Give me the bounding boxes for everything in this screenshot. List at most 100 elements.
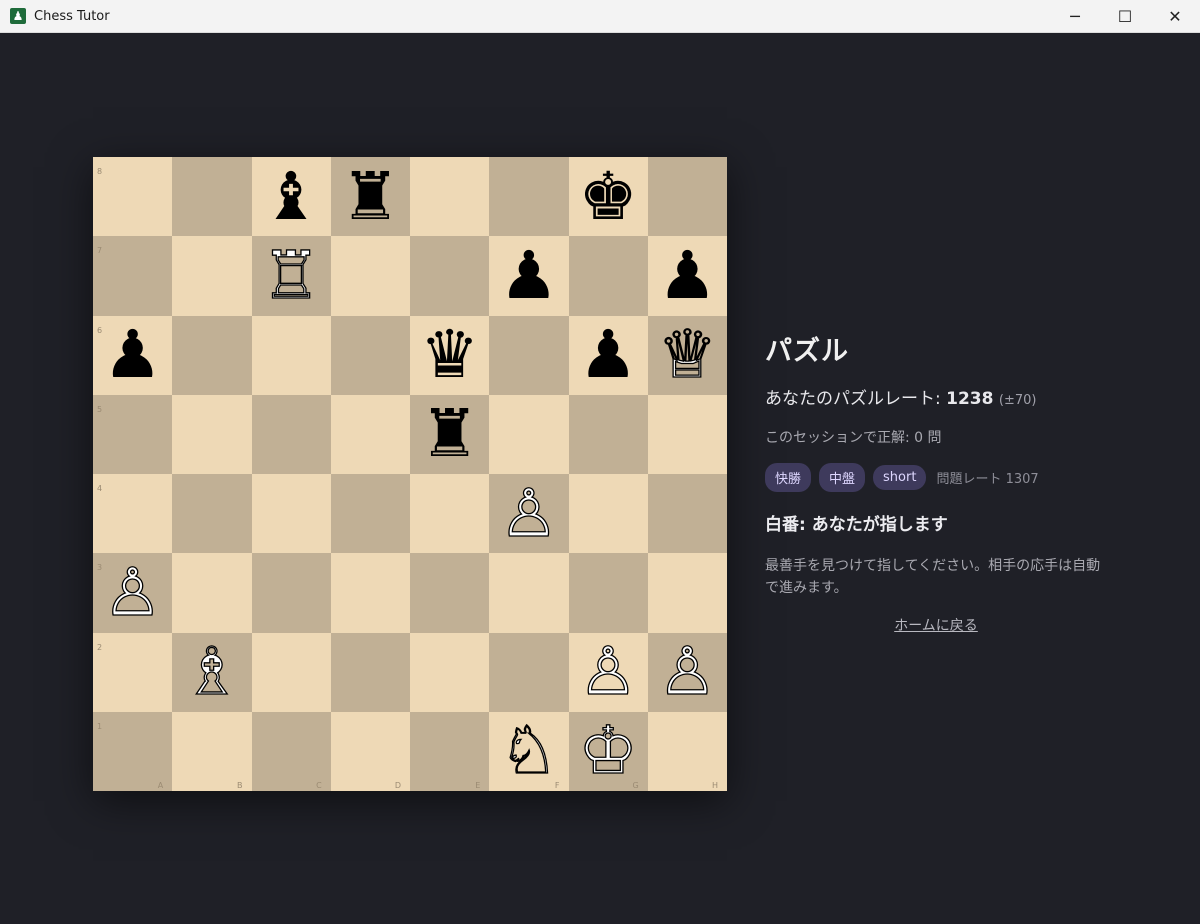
rank-label: 5	[97, 404, 103, 414]
puzzle-tag: 中盤	[819, 463, 866, 492]
square-c4[interactable]	[251, 474, 331, 554]
square-g1[interactable]: G ♔	[568, 711, 648, 791]
maximize-button[interactable]: ☐	[1100, 0, 1150, 33]
square-a5[interactable]: 5	[93, 394, 173, 474]
square-b3[interactable]	[172, 553, 252, 633]
black-bishop-piece[interactable]: ♝	[262, 163, 321, 230]
app-content: 8 ♝ ♜ ♚ 7 ♖ ♟ ♟ 6 ♟ ♛ ♟ ♕ 5 ♜ 4 ♙ 3 ♙ 2 ♗ ♙ ♙ 1 A B C D E F ♘ G ♔ H パズル あ…	[1, 33, 1199, 923]
square-e1[interactable]: E	[410, 711, 490, 791]
black-queen-piece[interactable]: ♛	[420, 322, 479, 388]
square-h8[interactable]	[647, 157, 727, 237]
square-c3[interactable]	[251, 553, 331, 633]
square-c2[interactable]	[251, 632, 331, 712]
square-h3[interactable]	[647, 553, 727, 633]
square-g7[interactable]	[568, 236, 648, 316]
square-e3[interactable]	[410, 553, 490, 633]
square-f1[interactable]: F ♘	[489, 711, 569, 791]
square-h7[interactable]: ♟	[647, 236, 727, 316]
black-rook-piece[interactable]: ♜	[341, 163, 400, 230]
square-c5[interactable]	[251, 394, 331, 474]
panel-title: パズル	[765, 336, 849, 367]
square-g2[interactable]: ♙	[568, 632, 648, 712]
white-bishop-piece[interactable]: ♗	[182, 638, 242, 705]
square-b5[interactable]	[172, 394, 252, 474]
square-h6[interactable]: ♕	[647, 315, 727, 395]
square-c6[interactable]	[251, 315, 331, 395]
chess-board[interactable]: 8 ♝ ♜ ♚ 7 ♖ ♟ ♟ 6 ♟ ♛ ♟ ♕ 5 ♜ 4 ♙ 3 ♙ 2 ♗ ♙ ♙ 1 A B C D E F ♘ G ♔ H	[93, 157, 727, 791]
square-f6[interactable]	[489, 315, 569, 395]
square-b1[interactable]: B	[172, 711, 252, 791]
square-c1[interactable]: C	[251, 711, 331, 791]
white-pawn-piece[interactable]: ♙	[657, 638, 717, 705]
rank-label: 4	[97, 484, 103, 493]
black-rook-piece[interactable]: ♜	[420, 401, 479, 467]
close-button[interactable]: ✕	[1150, 0, 1200, 33]
rank-label: 8	[97, 167, 103, 176]
black-pawn-piece[interactable]: ♟	[103, 322, 162, 388]
square-e6[interactable]: ♛	[410, 315, 490, 395]
square-g3[interactable]	[568, 553, 648, 633]
white-pawn-piece[interactable]: ♙	[102, 559, 162, 626]
square-f7[interactable]: ♟	[489, 236, 569, 316]
square-g5[interactable]	[568, 394, 648, 474]
square-c7[interactable]: ♖	[251, 236, 331, 316]
square-d7[interactable]	[330, 236, 410, 316]
rating-label: あなたのパズルレート:	[765, 389, 947, 409]
square-g8[interactable]: ♚	[568, 157, 648, 237]
white-queen-piece[interactable]: ♕	[657, 321, 717, 388]
file-label: H	[711, 781, 718, 790]
square-d6[interactable]	[330, 315, 410, 395]
white-pawn-piece[interactable]: ♙	[578, 638, 638, 705]
white-pawn-piece[interactable]: ♙	[499, 479, 559, 546]
square-d1[interactable]: D	[330, 711, 410, 791]
square-e5[interactable]: ♜	[410, 394, 490, 474]
square-g4[interactable]	[568, 474, 648, 554]
square-b8[interactable]	[172, 157, 252, 237]
black-pawn-piece[interactable]: ♟	[499, 242, 558, 309]
square-d4[interactable]	[330, 474, 410, 554]
square-e8[interactable]	[410, 157, 490, 237]
white-knight-piece[interactable]: ♘	[499, 717, 559, 784]
square-d3[interactable]	[330, 553, 410, 633]
square-c8[interactable]: ♝	[251, 157, 331, 237]
square-a4[interactable]: 4	[93, 474, 173, 554]
white-rook-piece[interactable]: ♖	[261, 242, 321, 309]
square-e7[interactable]	[410, 236, 490, 316]
square-d5[interactable]	[330, 394, 410, 474]
rank-label: 7	[97, 246, 103, 256]
square-a1[interactable]: 1A	[93, 711, 173, 791]
square-b6[interactable]	[172, 315, 252, 395]
square-f8[interactable]	[489, 157, 569, 237]
square-b2[interactable]: ♗	[172, 632, 252, 712]
square-f4[interactable]: ♙	[489, 474, 569, 554]
square-f2[interactable]	[489, 632, 569, 712]
minimize-button[interactable]: ─	[1050, 0, 1100, 33]
square-d2[interactable]	[330, 632, 410, 712]
puzzle-panel: パズル あなたのパズルレート: 1238 (±70) このセッションで正解: 0…	[765, 329, 1115, 635]
square-b4[interactable]	[172, 474, 252, 554]
square-a8[interactable]: 8	[93, 157, 173, 237]
square-a7[interactable]: 7	[93, 236, 173, 316]
black-pawn-piece[interactable]: ♟	[658, 242, 717, 309]
square-h5[interactable]	[647, 394, 727, 474]
square-g6[interactable]: ♟	[568, 315, 648, 395]
square-a3[interactable]: 3 ♙	[93, 553, 173, 633]
square-f3[interactable]	[489, 553, 569, 633]
rating-deviation: (±70)	[998, 393, 1037, 408]
white-king-piece[interactable]: ♔	[578, 717, 638, 784]
square-h2[interactable]: ♙	[647, 632, 727, 712]
square-e2[interactable]	[410, 632, 490, 712]
square-h1[interactable]: H	[647, 711, 727, 791]
black-king-piece[interactable]: ♚	[579, 163, 638, 230]
square-a2[interactable]: 2	[93, 632, 173, 712]
title-bar: ♟ Chess Tutor ─ ☐ ✕	[0, 0, 1200, 33]
puzzle-tag: short	[873, 465, 927, 490]
square-a6[interactable]: 6 ♟	[93, 315, 173, 395]
square-h4[interactable]	[647, 474, 727, 554]
home-link[interactable]: ホームに戻る	[765, 615, 1107, 635]
black-pawn-piece[interactable]: ♟	[579, 322, 638, 388]
square-b7[interactable]	[172, 236, 252, 316]
square-d8[interactable]: ♜	[330, 157, 410, 237]
square-e4[interactable]	[410, 474, 490, 554]
square-f5[interactable]	[489, 394, 569, 474]
